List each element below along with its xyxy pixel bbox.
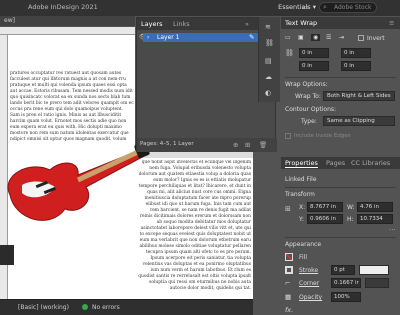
- wrap-object-shape-icon[interactable]: ◉: [311, 34, 321, 41]
- new-layer-icon[interactable]: ⊕: [233, 141, 238, 149]
- search-icon: ⌕: [323, 3, 327, 11]
- pen-icon: ✎: [249, 33, 255, 41]
- fill-swatch[interactable]: [285, 253, 293, 261]
- effects-fx-icon[interactable]: fx.: [285, 306, 293, 314]
- appearance-heading: Appearance: [285, 241, 322, 248]
- contour-type-select[interactable]: Same as Clipping: [323, 116, 395, 126]
- corner-size-field[interactable]: 0.1667 ir: [331, 278, 361, 288]
- include-inside-edges-checkbox[interactable]: [285, 133, 291, 139]
- opacity-icon: ▦: [285, 293, 292, 301]
- add-page-icon[interactable]: ⊞: [245, 141, 250, 149]
- panel-icon-strip: ≋ ⛓ ▤ ☁ ◐: [258, 17, 280, 102]
- chevron-down-icon: ▾: [312, 3, 316, 11]
- pages-layer-summary: Pages: 4–5, 1 Layer: [140, 141, 194, 147]
- body-text-right: que nobit aspit invelectis et ecillique …: [138, 160, 251, 291]
- links-chain-icon[interactable]: ⛓: [265, 39, 274, 47]
- stroke-weight-field[interactable]: 0 pt: [331, 265, 355, 275]
- contour-type-value: Same as Clipping: [327, 118, 375, 124]
- stroke-type-select[interactable]: [359, 265, 389, 275]
- w-label: W:: [347, 204, 355, 211]
- document-page-right: que nobit aspit invelectis et ecillique …: [135, 158, 253, 299]
- transform-heading: Transform: [285, 191, 315, 198]
- include-inside-edges-label: Include Inside Edges: [294, 133, 351, 139]
- status-ok-icon: [82, 304, 88, 310]
- trash-icon[interactable]: 🗑: [259, 141, 267, 149]
- reference-point-icon[interactable]: ⊞: [285, 205, 291, 213]
- top-offset-field[interactable]: 0 in: [299, 48, 329, 58]
- more-options-icon[interactable]: ···: [389, 226, 396, 234]
- status-bar: [Basic] (working) No errors: [0, 299, 253, 315]
- corner-label: Corner: [299, 280, 320, 287]
- wrap-to-value: Both Right & Left Sides: [327, 93, 391, 99]
- bottom-offset-field[interactable]: 0 in: [299, 61, 329, 71]
- no-wrap-icon[interactable]: ▭: [285, 34, 291, 41]
- expand-icon[interactable]: ›: [147, 34, 149, 41]
- workspace-switcher[interactable]: Essentials ▾: [278, 3, 316, 11]
- wrap-bounding-box-icon[interactable]: ▣: [298, 34, 304, 41]
- cc-libraries-icon[interactable]: ☁: [265, 73, 272, 81]
- layers-panel: Layers Links » ≡ 👁 › Layer 1 ✎ Pages: 4–…: [136, 17, 277, 152]
- right-panel-dock: Text Wrap ≡ ▭ ▣ ◉ ☰ ⇥ Invert ⛓ 0 in 0 in…: [281, 17, 400, 315]
- divider: [285, 187, 396, 188]
- invert-label: Invert: [367, 35, 385, 42]
- tab-layers[interactable]: Layers: [141, 20, 163, 28]
- corner-icon[interactable]: ⌐: [285, 279, 290, 287]
- x-position-field[interactable]: 8.7677 in: [307, 202, 343, 212]
- horizontal-ruler: [0, 27, 135, 35]
- properties-tab-bar: Properties Pages CC Libraries: [281, 157, 400, 169]
- invert-checkbox[interactable]: [358, 35, 364, 41]
- stroke-label: Stroke: [299, 267, 319, 274]
- type-label: Type:: [301, 118, 317, 125]
- fill-label: Fill: [299, 254, 308, 261]
- y-label: Y:: [299, 216, 304, 223]
- stroke-swatch[interactable]: [285, 266, 293, 274]
- layer-name: Layer 1: [157, 34, 180, 41]
- layers-panel-header: Layers Links » ≡: [137, 18, 277, 30]
- collapse-icon[interactable]: »: [245, 20, 249, 28]
- wrap-type-buttons: ▭ ▣ ◉ ☰ ⇥: [285, 34, 365, 44]
- wrap-to-select[interactable]: Both Right & Left Sides: [323, 91, 395, 101]
- text-wrap-header: Text Wrap ≡: [281, 17, 400, 29]
- y-position-field[interactable]: 0.9606 in: [307, 214, 343, 224]
- contour-options-label: Contour Options:: [285, 106, 337, 113]
- app-title: Adobe InDesign 2021: [28, 3, 98, 11]
- divider: [285, 77, 396, 78]
- link-offsets-icon[interactable]: ⛓: [285, 49, 294, 57]
- jump-object-icon[interactable]: ☰: [326, 34, 331, 41]
- effects-icon[interactable]: ◐: [265, 89, 271, 97]
- opacity-field[interactable]: 100%: [331, 292, 361, 302]
- divider: [285, 237, 396, 238]
- opacity-label: Opacity: [299, 294, 323, 301]
- wrap-options-label: Wrap Options:: [285, 81, 328, 88]
- panel-menu-icon[interactable]: ≡: [389, 19, 394, 27]
- preflight-profile[interactable]: [Basic] (working): [18, 304, 69, 311]
- tab-pages[interactable]: Pages: [326, 159, 345, 167]
- document-tab-bar: [0, 16, 135, 26]
- linked-file-heading: Linked File: [285, 176, 317, 183]
- layers-stack-icon[interactable]: ≋: [265, 23, 271, 31]
- right-offset-field[interactable]: 0 in: [341, 61, 371, 71]
- text-wrap-title: Text Wrap: [285, 19, 318, 27]
- left-offset-field[interactable]: 0 in: [341, 48, 371, 58]
- x-label: X:: [299, 204, 306, 211]
- stock-search-input[interactable]: Adobe Stock: [319, 2, 377, 13]
- search-toggle-icon[interactable]: ▭: [302, 3, 309, 11]
- search-placeholder: Adobe Stock: [334, 4, 372, 11]
- layers-panel-footer: Pages: 4–5, 1 Layer ⊕ ⊞ 🗑: [137, 138, 277, 152]
- wrap-to-label: Wrap To:: [295, 93, 321, 100]
- width-field[interactable]: 4.76 in: [357, 202, 393, 212]
- tab-properties[interactable]: Properties: [285, 159, 318, 168]
- guitar-image[interactable]: [0, 135, 150, 265]
- tab-links[interactable]: Links: [173, 20, 190, 28]
- layer-row[interactable]: › Layer 1 ✎: [143, 33, 273, 42]
- height-field[interactable]: 10.7334: [357, 214, 393, 224]
- tab-cc-libraries[interactable]: CC Libraries: [351, 159, 390, 167]
- h-label: H:: [347, 216, 354, 223]
- document-tab-label: ew]: [4, 17, 15, 24]
- error-count: No errors: [92, 304, 120, 311]
- jump-next-column-icon[interactable]: ⇥: [339, 34, 344, 41]
- swatches-icon[interactable]: ▤: [265, 57, 272, 65]
- document-tab[interactable]: ew]: [4, 17, 15, 24]
- corner-shape-select[interactable]: [365, 278, 389, 288]
